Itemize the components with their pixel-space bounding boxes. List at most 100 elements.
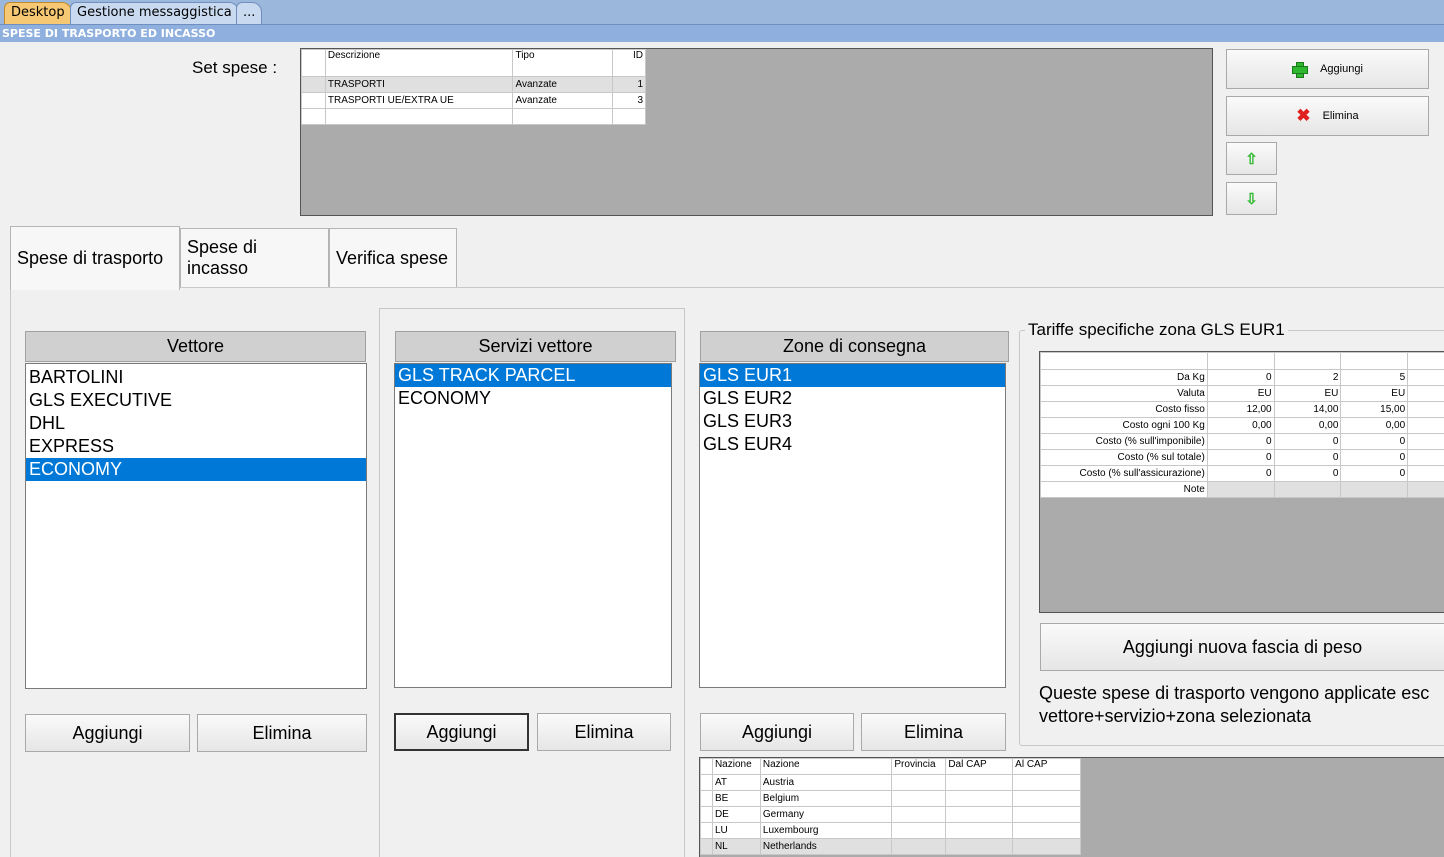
tariffa-cell[interactable]: 0,00 [1206,417,1275,434]
table-row[interactable]: Costo (% sull'assicurazione) 0 0 0 [1040,465,1444,482]
row-label: Valuta [1040,385,1208,402]
list-item[interactable]: GLS EXECUTIVE [26,389,366,412]
list-item[interactable]: EXPRESS [26,435,366,458]
nazioni-grid[interactable]: Nazione Nazione Provincia Dal CAP Al CAP… [699,757,1444,857]
list-item-selected[interactable]: ECONOMY [26,458,366,481]
table-row[interactable]: Note [1040,481,1444,498]
delete-x-icon: ✖ [1296,106,1311,125]
tariffa-cell[interactable]: 14,00 [1273,401,1342,418]
table-row[interactable]: Costo ogni 100 Kg 0,00 0,00 0,00 [1040,417,1444,434]
list-item[interactable]: GLS EUR4 [700,433,1005,456]
zone-list[interactable]: GLS EUR1 GLS EUR2 GLS EUR3 GLS EUR4 [699,363,1006,688]
tariffa-cell[interactable]: EU [1206,385,1275,402]
row-label: Costo fisso [1040,401,1208,418]
tariffa-cell[interactable]: 12,00 [1206,401,1275,418]
plus-icon [1292,62,1309,78]
tariffa-cell[interactable]: 0 [1273,449,1342,466]
col-nazione-code[interactable]: Nazione [711,758,761,775]
tariffa-cell[interactable]: 2 [1273,369,1342,386]
tariffa-cell[interactable]: 0 [1206,369,1275,386]
table-row[interactable]: Valuta EU EU EU [1040,385,1444,402]
set-spese-table[interactable]: Descrizione Tipo ID TRASPORTI Avanzate 1… [301,49,646,125]
col-dal-cap[interactable]: Dal CAP [945,758,1014,775]
table-row[interactable]: DE Germany [700,806,1081,823]
col-tipo[interactable]: Tipo [512,49,614,77]
set-spese-add-button[interactable]: Aggiungi [1226,49,1429,89]
tariffa-cell[interactable]: 5 [1340,369,1409,386]
table-row[interactable]: TRASPORTI UE/EXTRA UE Avanzate 3 [301,92,646,109]
zone-delete-button[interactable]: Elimina [861,713,1006,751]
tariffe-grid[interactable]: Da Kg 0 2 5 Valuta EU EU EU Costo fisso 12,00 14,0… [1039,351,1444,613]
tariffa-cell[interactable]: 15,00 [1340,401,1409,418]
tariffa-cell[interactable]: 0 [1273,433,1342,450]
zone-add-button[interactable]: Aggiungi [700,713,854,751]
move-up-button[interactable]: ⇧ [1226,142,1277,175]
list-item[interactable]: GLS EUR2 [700,387,1005,410]
servizi-delete-button[interactable]: Elimina [537,713,671,751]
tab-spese-incasso[interactable]: Spese di incasso [180,228,329,287]
set-spese-grid[interactable]: Descrizione Tipo ID TRASPORTI Avanzate 1… [300,48,1213,216]
top-tab-strip: Desktop Gestione messaggistica ... [0,0,1444,25]
col-nazione-name[interactable]: Nazione [759,758,893,775]
tariffa-cell[interactable] [1340,481,1409,498]
grid-corner [301,49,326,77]
tariffa-cell[interactable]: 0 [1340,465,1409,482]
vettore-list[interactable]: BARTOLINI GLS EXECUTIVE DHL EXPRESS ECON… [25,363,367,689]
list-item-selected[interactable]: GLS EUR1 [700,364,1005,387]
servizi-header: Servizi vettore [395,331,676,362]
table-row[interactable]: LU Luxembourg [700,822,1081,839]
tariffa-cell[interactable]: 0,00 [1340,417,1409,434]
tariffa-cell[interactable]: 0 [1206,449,1275,466]
tariffa-cell[interactable] [1206,481,1275,498]
tariffe-table[interactable]: Da Kg 0 2 5 Valuta EU EU EU Costo fisso 12,00 14,0… [1040,352,1444,498]
vettore-delete-button[interactable]: Elimina [197,714,367,752]
col-descrizione[interactable]: Descrizione [324,49,514,77]
table-row[interactable]: Costo (% sul totale) 0 0 0 [1040,449,1444,466]
add-weight-band-button[interactable]: Aggiungi nuova fascia di peso [1040,623,1444,671]
table-row[interactable]: Costo fisso 12,00 14,00 15,00 [1040,401,1444,418]
col-al-cap[interactable]: Al CAP [1012,758,1081,775]
tariffa-cell[interactable]: EU [1340,385,1409,402]
arrow-up-icon: ⇧ [1245,150,1258,168]
table-row[interactable]: Costo (% sull'imponibile) 0 0 0 [1040,433,1444,450]
tariffa-cell[interactable]: 0 [1273,465,1342,482]
tab-spese-trasporto[interactable]: Spese di trasporto [10,226,180,290]
tariffa-cell[interactable]: EU [1273,385,1342,402]
table-row[interactable]: Da Kg 0 2 5 [1040,369,1444,386]
tariffa-cell[interactable]: 0 [1206,433,1275,450]
set-spese-delete-button[interactable]: ✖ Elimina [1226,96,1429,136]
list-item[interactable]: ECONOMY [395,387,671,410]
list-item-selected[interactable]: GLS TRACK PARCEL [395,364,671,387]
tariffa-cell[interactable]: 0,00 [1273,417,1342,434]
top-tab-messaggistica[interactable]: Gestione messaggistica [70,2,239,24]
list-item[interactable]: BARTOLINI [26,366,366,389]
vettore-header: Vettore [25,331,366,362]
tariffa-cell[interactable]: 0 [1340,449,1409,466]
tariffa-cell[interactable] [1273,481,1342,498]
col-provincia[interactable]: Provincia [891,758,947,775]
move-down-button[interactable]: ⇩ [1226,182,1277,215]
top-tab-more[interactable]: ... [236,2,263,24]
table-row[interactable]: TRASPORTI Avanzate 1 [301,76,646,93]
nazioni-table[interactable]: Nazione Nazione Provincia Dal CAP Al CAP… [700,758,1081,855]
top-tab-desktop[interactable]: Desktop [4,2,72,24]
list-item[interactable]: GLS EUR3 [700,410,1005,433]
row-label: Costo (% sul totale) [1040,449,1208,466]
row-label: Costo (% sull'assicurazione) [1040,465,1208,482]
section-title: SPESE DI TRASPORTO ED INCASSO [0,25,1444,42]
table-row[interactable]: NL Netherlands [700,838,1081,855]
tariffa-cell[interactable]: 0 [1206,465,1275,482]
table-row-empty[interactable] [301,108,646,125]
row-label: Costo (% sull'imponibile) [1040,433,1208,450]
row-label: Costo ogni 100 Kg [1040,417,1208,434]
servizi-add-button[interactable]: Aggiungi [394,713,529,751]
row-label: Note [1040,481,1208,498]
vettore-add-button[interactable]: Aggiungi [25,714,190,752]
table-row[interactable]: BE Belgium [700,790,1081,807]
table-row[interactable]: AT Austria [700,774,1081,791]
servizi-list[interactable]: GLS TRACK PARCEL ECONOMY [394,363,672,688]
tariffa-cell[interactable]: 0 [1340,433,1409,450]
tab-verifica-spese[interactable]: Verifica spese [329,228,457,287]
col-id[interactable]: ID [612,49,646,77]
list-item[interactable]: DHL [26,412,366,435]
